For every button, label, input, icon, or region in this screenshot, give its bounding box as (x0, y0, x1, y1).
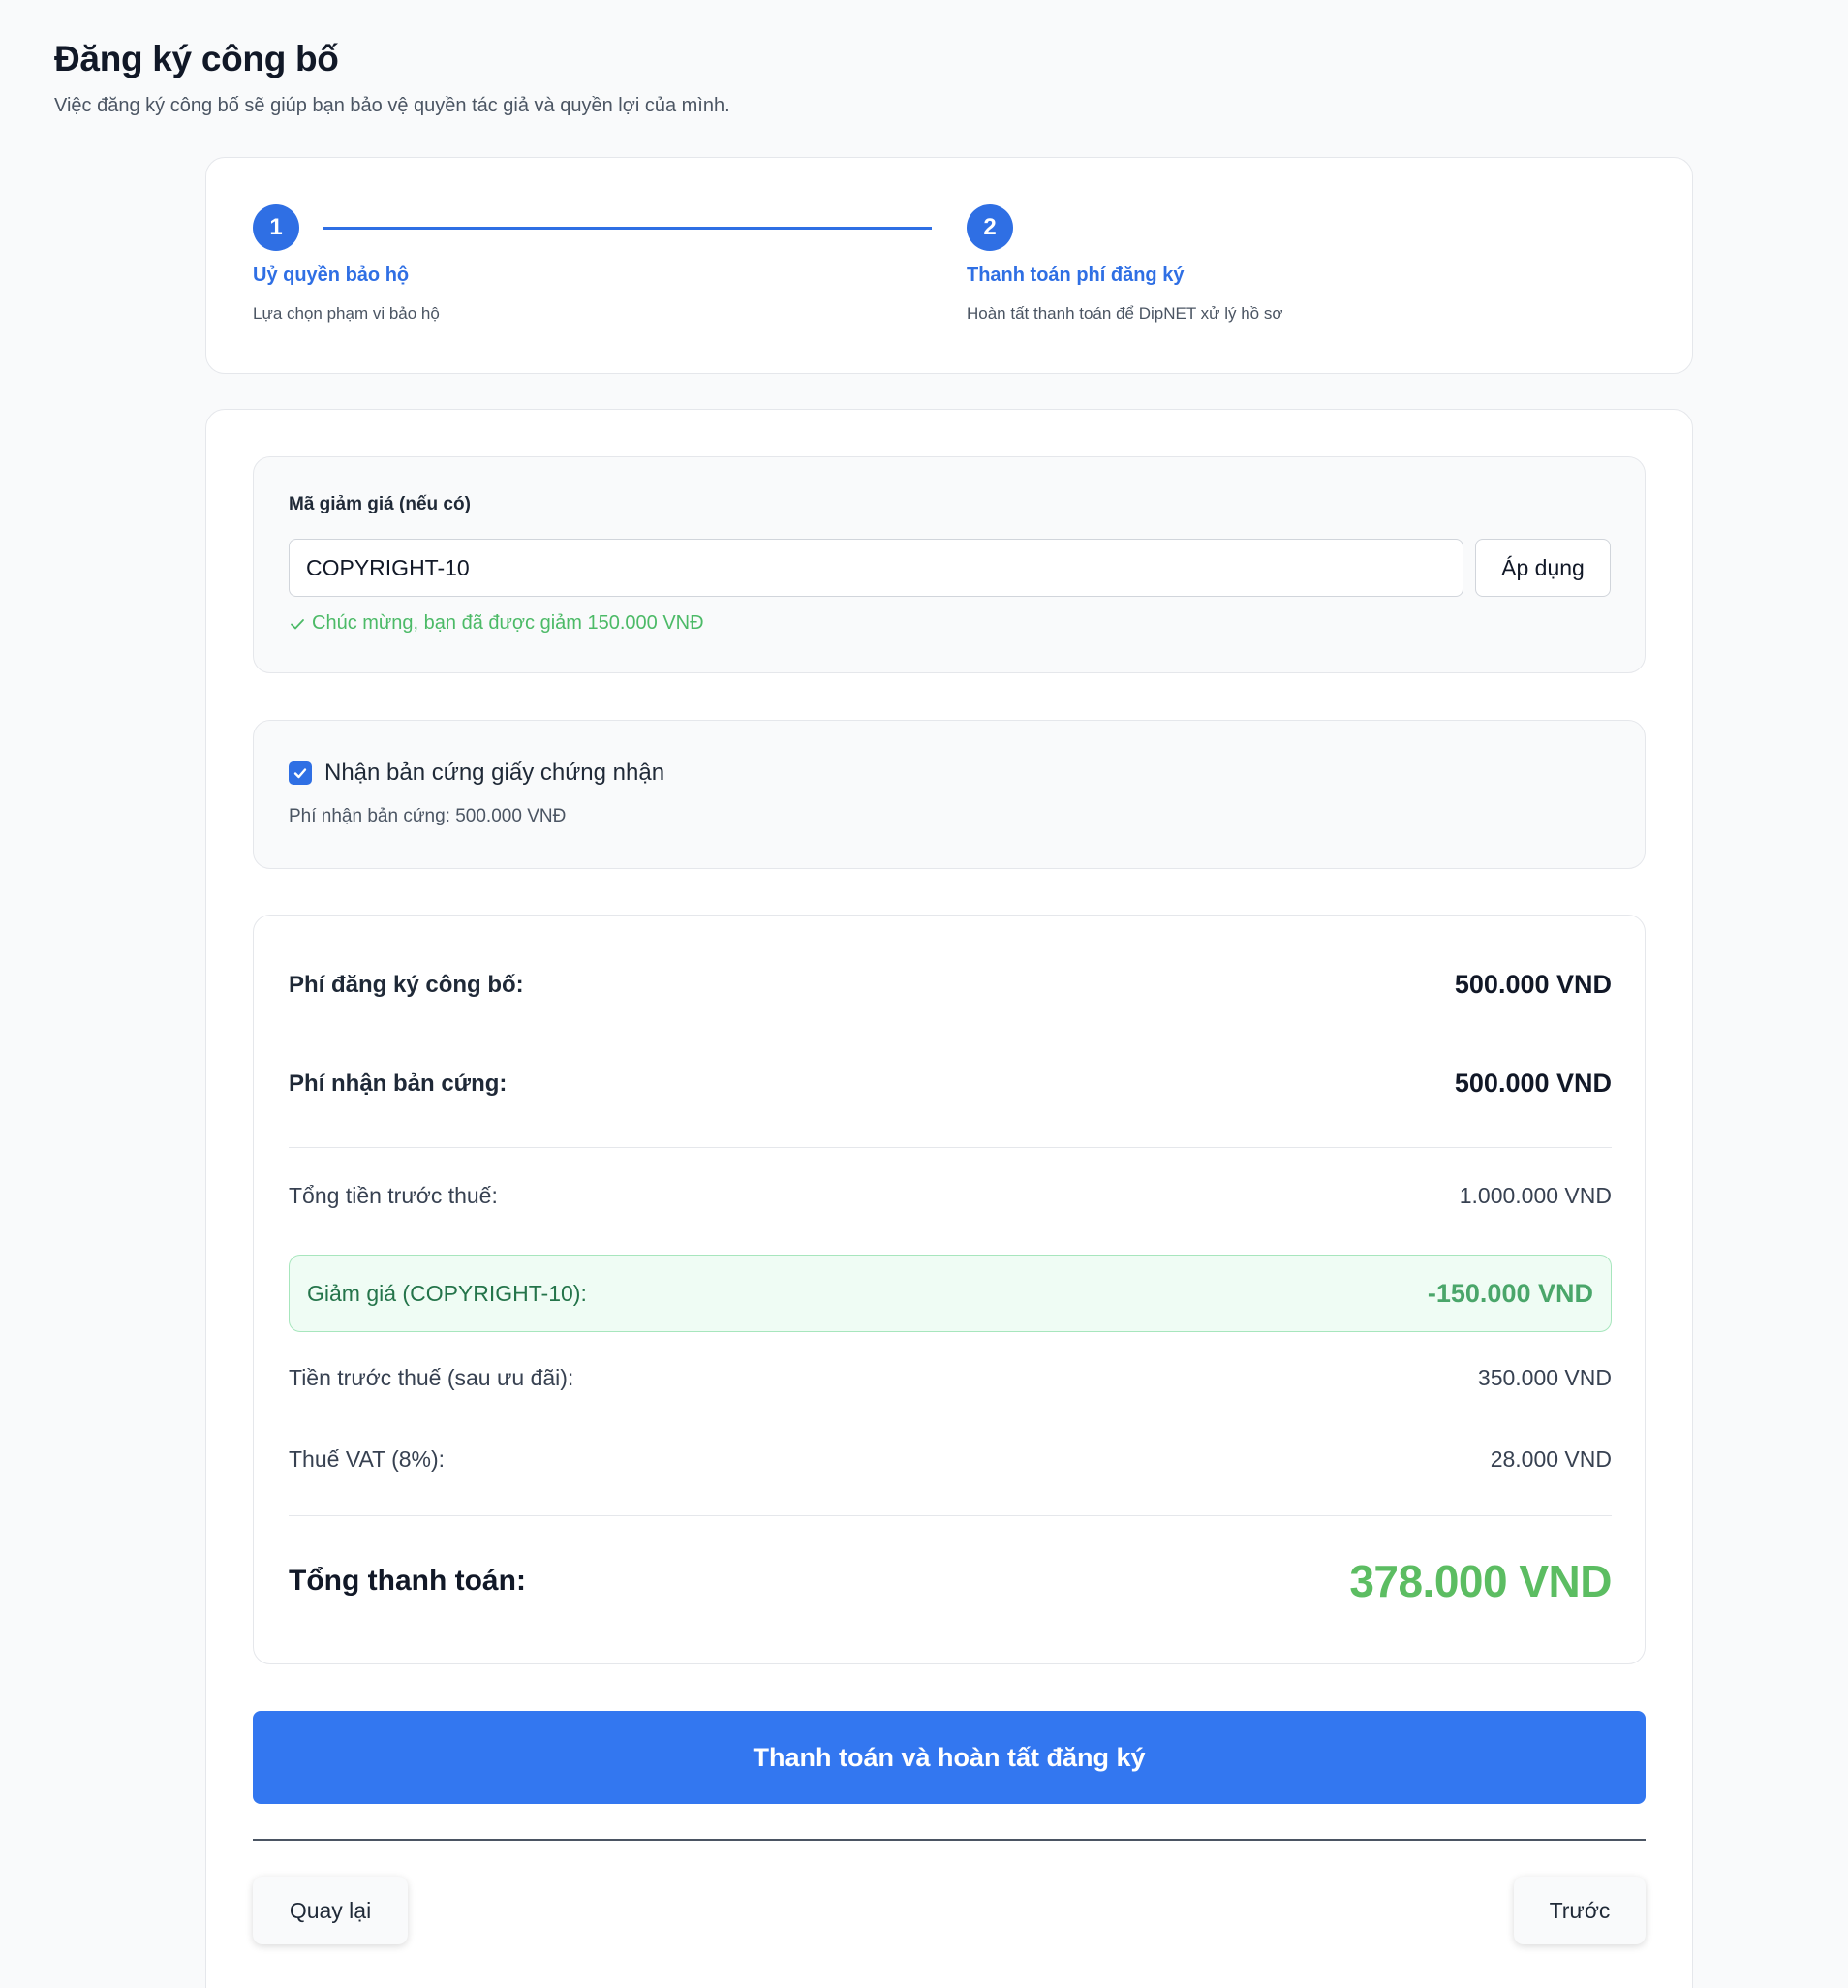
after-discount-value: 350.000 VND (1477, 1365, 1612, 1390)
summary-divider (289, 1147, 1612, 1148)
vat-label: Thuế VAT (8%): (289, 1446, 446, 1472)
step-2-number[interactable]: 2 (967, 204, 1013, 251)
after-discount-label: Tiền trước thuế (sau ưu đãi): (289, 1365, 574, 1390)
step-connector-line (323, 227, 932, 230)
total-row: Tổng thanh toán: 378.000 VND (289, 1555, 1612, 1607)
check-icon (291, 618, 304, 629)
step-2-description: Hoàn tất thanh toán để DipNET xử lý hồ s… (967, 304, 1283, 323)
step-1-title[interactable]: Uỷ quyền bảo hộ (253, 264, 409, 287)
subtotal-row: Tổng tiền trước thuế: 1.000.000 VND (289, 1183, 1612, 1209)
discount-value: -150.000 VND (1427, 1278, 1593, 1308)
step-1-number[interactable]: 1 (253, 204, 299, 251)
registration-fee-label: Phí đăng ký công bố: (289, 971, 524, 998)
coupon-label: Mã giảm giá (nếu có) (289, 494, 471, 514)
back-button[interactable]: Quay lại (253, 1877, 408, 1944)
coupon-success-message: Chúc mừng, bạn đã được giảm 150.000 VNĐ (289, 612, 704, 635)
page-title: Đăng ký công bố (54, 39, 339, 78)
summary-divider (289, 1515, 1612, 1516)
apply-coupon-button[interactable]: Áp dụng (1475, 539, 1611, 597)
total-label: Tổng thanh toán: (289, 1565, 526, 1597)
payment-card: Mã giảm giá (nếu có) Áp dụng Chúc mừng, … (205, 409, 1693, 1988)
registration-fee-value: 500.000 VND (1454, 970, 1612, 999)
step-1-description: Lựa chọn phạm vi bảo hộ (253, 304, 440, 323)
hardcopy-panel: Nhận bản cứng giấy chứng nhận Phí nhận b… (253, 720, 1646, 869)
hardcopy-fee-text: Phí nhận bản cứng: 500.000 VNĐ (289, 806, 567, 826)
footer-divider (253, 1839, 1646, 1841)
step-2-title[interactable]: Thanh toán phí đăng ký (967, 264, 1184, 287)
payment-summary: Phí đăng ký công bố: 500.000 VND Phí nhậ… (253, 915, 1646, 1664)
coupon-success-text: Chúc mừng, bạn đã được giảm 150.000 VNĐ (312, 612, 704, 634)
after-discount-row: Tiền trước thuế (sau ưu đãi): 350.000 VN… (289, 1365, 1612, 1391)
registration-fee-row: Phí đăng ký công bố: 500.000 VND (289, 970, 1612, 1000)
hardcopy-fee-row: Phí nhận bản cứng: 500.000 VND (289, 1069, 1612, 1099)
subtotal-label: Tổng tiền trước thuế: (289, 1183, 498, 1208)
hardcopy-checkbox[interactable] (289, 761, 312, 785)
stepper-card: 1 2 Uỷ quyền bảo hộ Lựa chọn phạm vi bảo… (205, 157, 1693, 374)
hardcopy-label[interactable]: Nhận bản cứng giấy chứng nhận (324, 760, 664, 787)
vat-row: Thuế VAT (8%): 28.000 VND (289, 1446, 1612, 1473)
discount-label: Giảm giá (COPYRIGHT-10): (307, 1280, 587, 1306)
vat-value: 28.000 VND (1490, 1446, 1612, 1472)
checkbox-check-icon (293, 768, 307, 779)
coupon-input[interactable] (289, 539, 1463, 597)
page-subtitle: Việc đăng ký công bố sẽ giúp bạn bảo vệ … (54, 95, 730, 116)
hardcopy-fee-label: Phí nhận bản cứng: (289, 1070, 508, 1097)
discount-row: Giảm giá (COPYRIGHT-10): -150.000 VND (289, 1255, 1612, 1332)
previous-button[interactable]: Trước (1514, 1877, 1646, 1944)
total-value: 378.000 VND (1349, 1556, 1612, 1606)
page: Đăng ký công bố Việc đăng ký công bố sẽ … (0, 0, 1848, 1988)
hardcopy-fee-value: 500.000 VND (1454, 1069, 1612, 1098)
pay-and-complete-button[interactable]: Thanh toán và hoàn tất đăng ký (253, 1711, 1646, 1804)
subtotal-value: 1.000.000 VND (1459, 1183, 1612, 1208)
coupon-panel: Mã giảm giá (nếu có) Áp dụng Chúc mừng, … (253, 456, 1646, 673)
